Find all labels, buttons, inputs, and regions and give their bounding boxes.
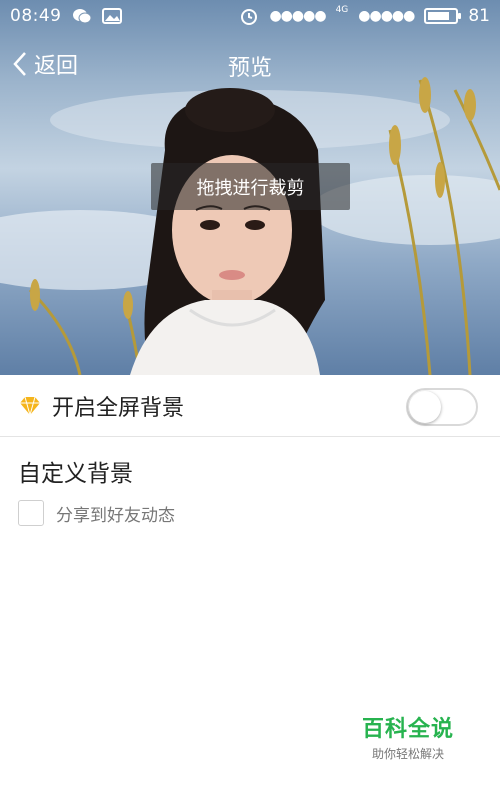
status-time: 08:49 bbox=[10, 6, 62, 26]
signal-icon: ●●●●● bbox=[269, 8, 326, 24]
crop-hint-label: 拖拽进行裁剪 bbox=[151, 163, 350, 210]
battery-level-fill bbox=[428, 12, 450, 20]
image-icon bbox=[101, 8, 122, 24]
battery-icon bbox=[424, 8, 462, 24]
diamond-icon bbox=[20, 396, 40, 415]
fullscreen-background-label: 开启全屏背景 bbox=[52, 395, 185, 421]
custom-background-heading: 自定义背景 bbox=[18, 461, 133, 487]
watermark-title: 百科全说 bbox=[361, 717, 454, 742]
background-preview[interactable]: 08:49 ●●●●● 4G ●●●●● 81 返回 预览 拖拽进行裁剪 bbox=[0, 0, 500, 375]
page-title: 预览 bbox=[227, 56, 272, 81]
battery-percent: 81 bbox=[468, 6, 490, 26]
status-bar: 08:49 ●●●●● 4G ●●●●● 81 bbox=[0, 0, 500, 32]
share-checkbox[interactable] bbox=[18, 500, 44, 526]
toggle-knob bbox=[409, 391, 441, 423]
wechat-icon bbox=[72, 9, 91, 24]
share-to-feed-option[interactable]: 分享到好友动态 bbox=[18, 500, 175, 526]
nav-bar: 返回 预览 bbox=[0, 40, 500, 88]
fullscreen-background-row[interactable]: 开启全屏背景 bbox=[0, 375, 500, 437]
signal-icon-2: ●●●●● bbox=[358, 8, 415, 24]
network-type: 4G bbox=[335, 5, 349, 15]
fullscreen-background-toggle[interactable] bbox=[406, 388, 478, 426]
alarm-icon bbox=[241, 9, 258, 25]
watermark-logo: 百科全说 助你轻松解决 bbox=[347, 703, 469, 763]
watermark-subtitle: 助你轻松解决 bbox=[371, 747, 444, 761]
share-label: 分享到好友动态 bbox=[56, 505, 175, 526]
